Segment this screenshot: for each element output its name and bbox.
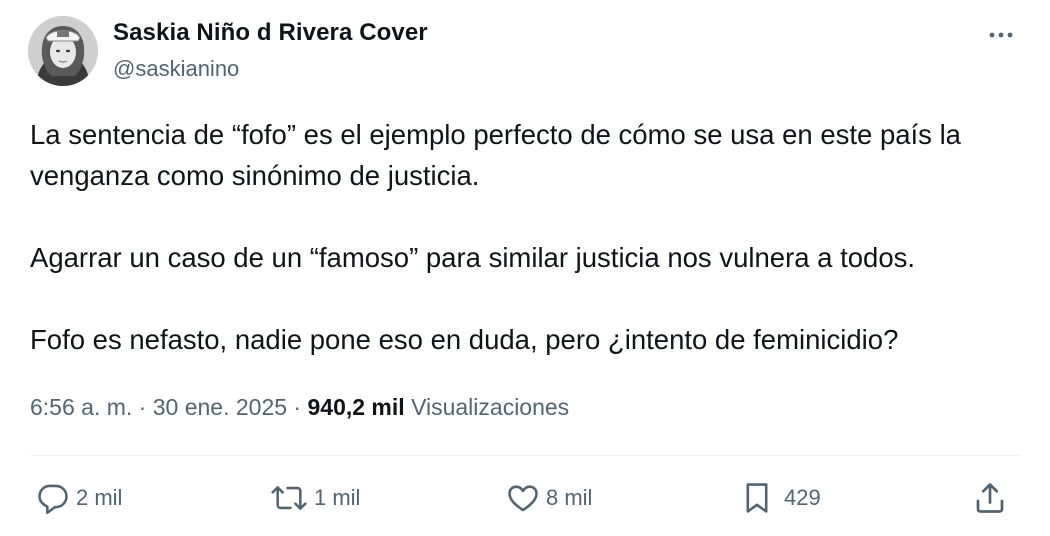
bookmark-icon — [746, 483, 768, 513]
retweet-icon — [271, 486, 307, 510]
retweet-button[interactable]: 1 mil — [270, 478, 360, 518]
reply-button[interactable]: 2 mil — [36, 478, 122, 518]
tweet-time[interactable]: 6:56 a. m. — [30, 394, 132, 420]
reply-icon — [38, 484, 68, 515]
tweet-paragraph: Agarrar un caso de un “famoso” para simi… — [30, 242, 916, 273]
views-label: Visualizaciones — [411, 394, 570, 420]
tweet-date[interactable]: 30 ene. 2025 — [153, 394, 287, 420]
tweet-paragraph: La sentencia de “fofo” es el ejemplo per… — [30, 119, 961, 191]
heart-icon — [508, 485, 538, 512]
bookmark-count: 429 — [784, 485, 821, 510]
meta-separator: · — [293, 394, 302, 420]
meta-separator: · — [138, 394, 147, 420]
ellipsis-icon — [989, 32, 1013, 38]
retweet-count: 1 mil — [314, 485, 361, 510]
tweet-paragraph: Fofo es nefasto, nadie pone eso en duda,… — [30, 324, 899, 355]
author-handle[interactable]: @saskianino — [113, 56, 239, 82]
avatar[interactable] — [28, 16, 98, 86]
tweet-meta: 6:56 a. m. · 30 ene. 2025 · 940,2 mil Vi… — [30, 394, 569, 421]
more-options-button[interactable] — [986, 22, 1022, 48]
divider — [30, 455, 1020, 456]
reply-count: 2 mil — [76, 485, 123, 510]
profile-photo — [28, 16, 98, 86]
tweet-text: La sentencia de “fofo” es el ejemplo per… — [30, 114, 1030, 360]
like-button[interactable]: 8 mil — [506, 478, 592, 518]
author-display-name[interactable]: Saskia Niño d Rivera Cover — [113, 19, 428, 47]
share-icon — [976, 483, 1004, 513]
bookmark-button[interactable]: 429 — [740, 478, 821, 518]
tweet-card: Saskia Niño d Rivera Cover @saskianino L… — [0, 0, 1050, 536]
views-count: 940,2 mil — [307, 394, 405, 420]
share-button[interactable] — [972, 478, 1008, 518]
like-count: 8 mil — [546, 485, 593, 510]
